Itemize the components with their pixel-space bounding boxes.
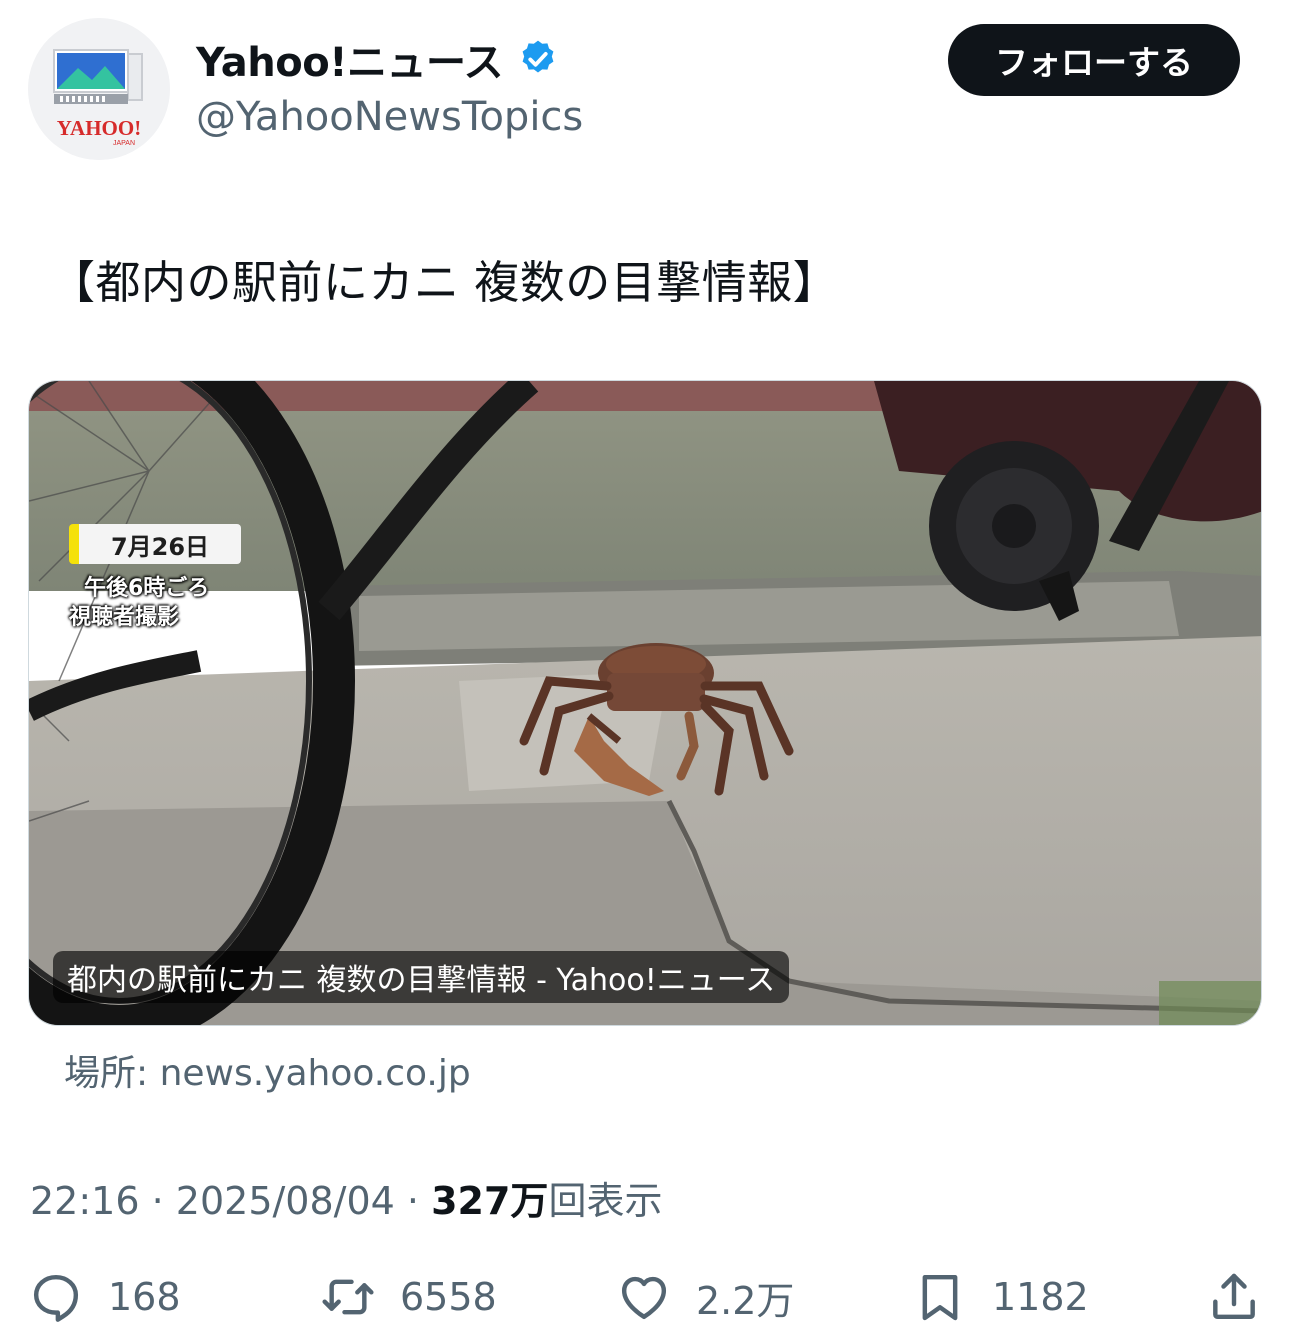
avatar[interactable]: YAHOO! JAPAN — [28, 18, 170, 160]
bookmark-count: 1182 — [992, 1275, 1089, 1319]
reply-button[interactable]: 168 — [28, 1262, 181, 1332]
tweet-text: 【都内の駅前にカニ 複数の目撃情報】 — [50, 256, 839, 309]
action-bar: 168 6558 2.2万 1182 — [0, 1262, 1290, 1332]
bookmark-icon — [922, 1274, 958, 1321]
share-icon — [1213, 1273, 1255, 1320]
reply-count: 168 — [108, 1275, 181, 1319]
svg-text:JAPAN: JAPAN — [113, 140, 135, 147]
verified-badge-icon[interactable] — [517, 38, 559, 80]
video-source-label: 視聴者撮影 — [69, 605, 180, 630]
name-row: Yahoo!ニュース — [196, 30, 559, 88]
like-icon — [621, 1276, 667, 1320]
video-time-label: 午後6時ごろ — [84, 576, 210, 601]
views-count: 327万 — [431, 1179, 549, 1223]
user-handle[interactable]: @YahooNewsTopics — [196, 94, 583, 140]
media-caption: 都内の駅前にカニ 複数の目撃情報 - Yahoo!ニュース — [53, 951, 790, 1003]
bookmark-button[interactable]: 1182 — [912, 1262, 1089, 1332]
video-date-label: 7月26日 — [69, 524, 241, 564]
display-name[interactable]: Yahoo!ニュース — [196, 30, 503, 88]
views-label: 回表示 — [548, 1179, 663, 1223]
tweet-date[interactable]: 2025/08/04 — [176, 1179, 395, 1223]
tweet-time[interactable]: 22:16 — [30, 1179, 140, 1223]
svg-text:YAHOO!: YAHOO! — [57, 116, 141, 140]
link-source[interactable]: 場所: news.yahoo.co.jp — [64, 1044, 471, 1096]
share-button[interactable] — [1206, 1262, 1262, 1332]
like-count: 2.2万 — [696, 1278, 795, 1323]
reply-icon — [33, 1274, 79, 1322]
video-thumbnail — [29, 381, 1261, 1025]
retweet-icon — [322, 1279, 374, 1315]
yahoo-news-logo: YAHOO! JAPAN — [28, 18, 170, 160]
media-card[interactable]: 7月26日 午後6時ごろ 視聴者撮影 都内の駅前にカニ 複数の目撃情報 - Ya… — [28, 380, 1262, 1026]
meta-separator: · — [406, 1179, 420, 1223]
tweet-meta: 22:16 · 2025/08/04 · 327万回表示 — [30, 1170, 662, 1225]
retweet-count: 6558 — [400, 1275, 497, 1319]
like-button[interactable]: 2.2万 — [616, 1262, 794, 1332]
follow-button[interactable]: フォローする — [948, 24, 1240, 96]
meta-separator: · — [151, 1179, 164, 1223]
retweet-button[interactable]: 6558 — [320, 1262, 497, 1332]
